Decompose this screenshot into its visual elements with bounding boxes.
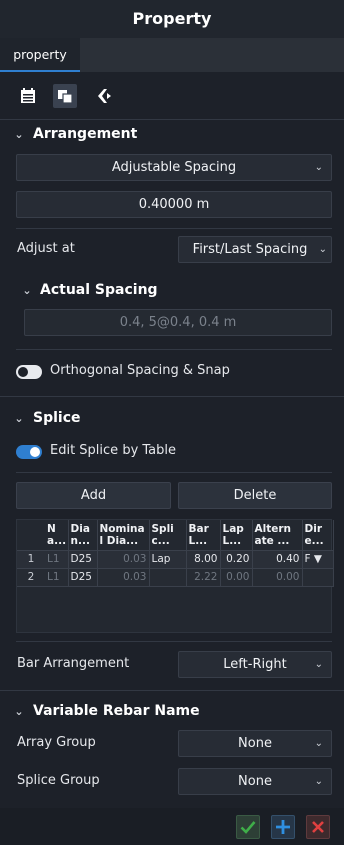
spacing-type-value: Adjustable Spacing bbox=[111, 160, 237, 175]
splice-group-dropdown[interactable]: None ⌄ bbox=[178, 768, 332, 795]
delete-button[interactable]: Delete bbox=[178, 482, 332, 509]
adjust-at-label: Adjust at bbox=[17, 241, 75, 256]
column-header[interactable]: Lap L... bbox=[220, 520, 253, 551]
column-header[interactable]: Na... bbox=[45, 520, 69, 551]
orthogonal-label: Orthogonal Spacing & Snap bbox=[50, 363, 230, 378]
splice-group-value: None bbox=[238, 774, 272, 789]
variable-rebar-header[interactable]: ⌄ Variable Rebar Name bbox=[10, 697, 200, 725]
chevron-down-icon: ⌄ bbox=[314, 775, 323, 787]
table-cell[interactable]: 2.22 bbox=[186, 568, 221, 587]
divider bbox=[16, 228, 332, 229]
actual-spacing-header[interactable]: ⌄ Actual Spacing bbox=[18, 276, 158, 304]
splice-table: Na... Dia n... Nomina l Dia... Spli c... Ba… bbox=[16, 519, 334, 633]
array-group-value: None bbox=[238, 736, 272, 751]
arrangement-header[interactable]: ⌄ Arrangement bbox=[10, 120, 137, 148]
column-header[interactable]: Dir e... bbox=[302, 520, 334, 551]
table-cell[interactable]: 0.00 bbox=[220, 568, 253, 587]
table-cell[interactable]: D25 bbox=[68, 568, 98, 587]
check-icon bbox=[240, 821, 256, 834]
rebar-shape-icon[interactable] bbox=[94, 86, 114, 106]
bar-arrangement-value: Left-Right bbox=[223, 657, 287, 672]
column-header[interactable]: Bar L... bbox=[186, 520, 221, 551]
row-number: 1 bbox=[17, 550, 45, 569]
toggle-knob bbox=[18, 367, 28, 377]
splice-group-label: Splice Group bbox=[17, 773, 100, 788]
plus-icon bbox=[276, 820, 290, 834]
table-cell[interactable] bbox=[302, 568, 334, 587]
table-cell[interactable]: 0.03 bbox=[97, 568, 150, 587]
table-cell[interactable]: 0.00 bbox=[252, 568, 303, 587]
chevron-down-icon: ⌄ bbox=[314, 737, 323, 749]
array-group-dropdown[interactable]: None ⌄ bbox=[178, 730, 332, 757]
table-cell[interactable] bbox=[149, 568, 187, 587]
add-item-button[interactable] bbox=[271, 815, 295, 839]
chevron-down-icon: ⌄ bbox=[318, 243, 327, 255]
table-cell[interactable]: 0.03 bbox=[97, 550, 150, 569]
cancel-button[interactable] bbox=[306, 815, 330, 839]
tab-property[interactable]: property bbox=[0, 38, 80, 72]
splice-title: Splice bbox=[33, 410, 81, 426]
edit-splice-label: Edit Splice by Table bbox=[50, 443, 177, 458]
bar-arrangement-dropdown[interactable]: Left-Right ⌄ bbox=[178, 651, 332, 678]
divider bbox=[16, 349, 332, 350]
table-cell[interactable]: 8.00 bbox=[186, 550, 221, 569]
variable-rebar-title: Variable Rebar Name bbox=[33, 703, 200, 719]
divider bbox=[16, 472, 332, 473]
toolbar bbox=[0, 72, 344, 120]
column-header[interactable]: Dia n... bbox=[68, 520, 98, 551]
table-cell[interactable]: L1 bbox=[45, 550, 69, 569]
actual-spacing-value: 0.4, 5@0.4, 0.4 m bbox=[24, 309, 332, 336]
table-cell[interactable]: F ▼ bbox=[302, 550, 334, 569]
chevron-down-icon: ⌄ bbox=[14, 411, 24, 425]
adjust-at-value: First/Last Spacing bbox=[192, 242, 308, 257]
adjust-at-dropdown[interactable]: First/Last Spacing ⌄ bbox=[178, 236, 332, 263]
arrangement-title: Arrangement bbox=[33, 126, 138, 142]
row-number-header bbox=[17, 520, 45, 551]
bar-arrangement-label: Bar Arrangement bbox=[17, 656, 130, 671]
table-cell[interactable]: 0.40 bbox=[252, 550, 303, 569]
table-cell[interactable]: Lap bbox=[149, 550, 187, 569]
actual-spacing-title: Actual Spacing bbox=[40, 282, 158, 298]
chevron-down-icon: ⌄ bbox=[314, 658, 323, 670]
orthogonal-toggle[interactable] bbox=[16, 365, 42, 379]
column-header[interactable]: Spli c... bbox=[149, 520, 187, 551]
chevron-down-icon: ⌄ bbox=[314, 161, 323, 173]
table-cell[interactable]: 0.20 bbox=[220, 550, 253, 569]
toggle-knob bbox=[30, 447, 40, 457]
spacing-value-input[interactable]: 0.40000 m bbox=[16, 191, 332, 218]
table-row[interactable]: 1 L1 D25 0.03 Lap 8.00 0.20 0.40 F ▼ bbox=[17, 550, 334, 569]
table-row[interactable]: 2 L1 D25 0.03 2.22 0.00 0.00 bbox=[17, 568, 334, 587]
column-header[interactable]: Altern ate ... bbox=[252, 520, 303, 551]
divider bbox=[0, 690, 344, 691]
row-number: 2 bbox=[17, 568, 45, 587]
close-icon bbox=[312, 821, 324, 833]
chevron-down-icon: ⌄ bbox=[14, 127, 24, 141]
calendar-icon[interactable] bbox=[18, 86, 38, 106]
edit-splice-toggle[interactable] bbox=[16, 445, 42, 459]
table-cell[interactable]: L1 bbox=[45, 568, 69, 587]
layers-icon[interactable] bbox=[53, 84, 77, 108]
spacing-type-dropdown[interactable]: Adjustable Spacing ⌄ bbox=[16, 154, 332, 181]
column-header[interactable]: Nomina l Dia... bbox=[97, 520, 150, 551]
add-button[interactable]: Add bbox=[16, 482, 171, 509]
chevron-down-icon: ⌄ bbox=[14, 704, 24, 718]
chevron-down-icon: ⌄ bbox=[22, 283, 32, 297]
divider bbox=[0, 396, 344, 397]
panel-title: Property bbox=[0, 0, 344, 38]
array-group-label: Array Group bbox=[17, 735, 96, 750]
confirm-button[interactable] bbox=[236, 815, 260, 839]
divider bbox=[16, 641, 332, 642]
splice-header[interactable]: ⌄ Splice bbox=[10, 404, 81, 432]
table-cell[interactable]: D25 bbox=[68, 550, 98, 569]
